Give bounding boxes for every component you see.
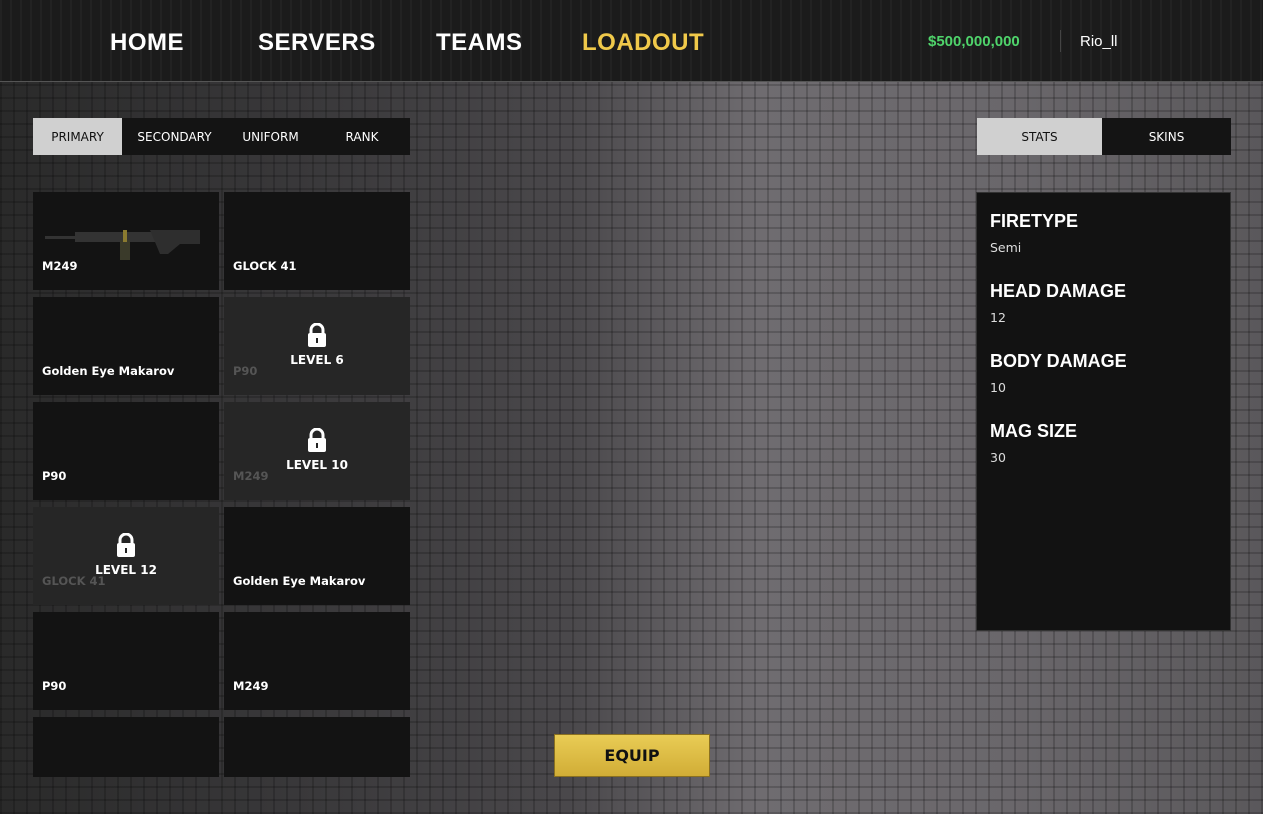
weapon-name: Golden Eye Makarov bbox=[233, 574, 366, 588]
lock-overlay: LEVEL 10 bbox=[257, 428, 377, 472]
weapon-name: Golden Eye Makarov bbox=[42, 364, 175, 378]
category-tabs: PRIMARY SECONDARY UNIFORM RANK bbox=[33, 118, 410, 155]
panel-tabs: STATS SKINS bbox=[977, 118, 1231, 155]
lock-level-label: LEVEL 10 bbox=[286, 458, 348, 472]
weapon-card[interactable] bbox=[33, 717, 219, 777]
lock-icon bbox=[257, 428, 377, 452]
weapon-name: M249 bbox=[42, 259, 78, 273]
weapon-card[interactable]: M249 bbox=[224, 612, 410, 710]
weapon-name: GLOCK 41 bbox=[233, 259, 297, 273]
money-balance: $500,000,000 bbox=[928, 33, 1020, 50]
stat-value: 30 bbox=[990, 450, 1006, 465]
lock-icon bbox=[257, 323, 377, 347]
weapon-name: P90 bbox=[233, 364, 258, 378]
weapon-card[interactable]: GLOCK 41 bbox=[224, 192, 410, 290]
lock-level-label: LEVEL 6 bbox=[290, 353, 344, 367]
tab-skins[interactable]: SKINS bbox=[1102, 118, 1231, 155]
nav-loadout[interactable]: LOADOUT bbox=[582, 29, 704, 57]
tab-stats[interactable]: STATS bbox=[977, 118, 1102, 155]
tab-primary[interactable]: PRIMARY bbox=[33, 118, 122, 155]
username[interactable]: Rio_ll bbox=[1080, 33, 1118, 50]
lock-icon bbox=[66, 533, 186, 557]
weapon-card[interactable]: Golden Eye Makarov bbox=[33, 297, 219, 395]
lock-overlay: LEVEL 6 bbox=[257, 323, 377, 367]
weapon-card[interactable]: P90 LEVEL 6 bbox=[224, 297, 410, 395]
weapon-card[interactable]: M249 bbox=[33, 192, 219, 290]
tab-rank[interactable]: RANK bbox=[314, 118, 410, 155]
top-nav-bar: HOME SERVERS TEAMS LOADOUT $500,000,000 … bbox=[0, 0, 1263, 82]
weapon-card[interactable]: P90 bbox=[33, 612, 219, 710]
stat-value: 12 bbox=[990, 310, 1006, 325]
divider bbox=[1060, 30, 1061, 52]
tab-secondary[interactable]: SECONDARY bbox=[122, 118, 227, 155]
stat-value: 10 bbox=[990, 380, 1006, 395]
weapon-name: P90 bbox=[42, 469, 67, 483]
nav-teams[interactable]: TEAMS bbox=[436, 29, 523, 57]
lock-level-label: LEVEL 12 bbox=[95, 563, 157, 577]
stat-value: Semi bbox=[990, 240, 1022, 255]
stat-label: BODY DAMAGE bbox=[990, 351, 1127, 371]
weapon-card[interactable] bbox=[224, 717, 410, 777]
weapon-card[interactable]: Golden Eye Makarov bbox=[224, 507, 410, 605]
stats-panel: FIRETYPE Semi HEAD DAMAGE 12 BODY DAMAGE… bbox=[976, 192, 1231, 631]
lock-overlay: LEVEL 12 bbox=[66, 533, 186, 577]
tab-uniform[interactable]: UNIFORM bbox=[227, 118, 314, 155]
weapon-card[interactable]: M249 LEVEL 10 bbox=[224, 402, 410, 500]
weapon-name: M249 bbox=[233, 679, 269, 693]
weapon-card[interactable]: GLOCK 41 LEVEL 12 bbox=[33, 507, 219, 605]
stat-label: FIRETYPE bbox=[990, 211, 1079, 231]
nav-servers[interactable]: SERVERS bbox=[258, 29, 376, 57]
nav-home[interactable]: HOME bbox=[110, 29, 184, 57]
stat-label: HEAD DAMAGE bbox=[990, 281, 1127, 301]
stat-label: MAG SIZE bbox=[990, 421, 1078, 441]
weapon-name: P90 bbox=[42, 679, 67, 693]
equip-button[interactable]: EQUIP bbox=[554, 734, 710, 777]
weapon-card[interactable]: P90 bbox=[33, 402, 219, 500]
